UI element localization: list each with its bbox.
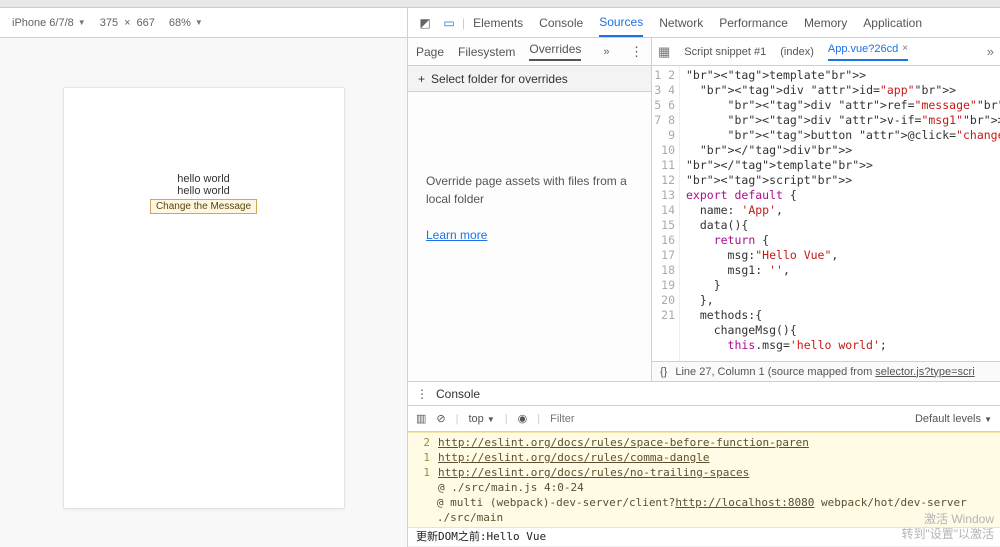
select-folder-button[interactable]: + Select folder for overrides [408, 66, 651, 92]
change-message-button[interactable]: Change the Message [150, 199, 257, 214]
device-selector[interactable]: iPhone 6/7/8 ▼ [12, 17, 86, 29]
more-subtabs-icon[interactable]: » [603, 46, 609, 58]
file-tab-index[interactable]: (index) [780, 46, 814, 58]
devtools-toolbar: ◩ ▭ | Elements Console Sources Network P… [408, 8, 1000, 38]
device-height[interactable]: 667 [137, 17, 155, 29]
file-tab-app-vue[interactable]: App.vue?26cd × [828, 43, 908, 61]
subtab-page[interactable]: Page [416, 45, 444, 59]
device-width[interactable]: 375 [100, 17, 118, 29]
eslint-rule-link[interactable]: http://eslint.org/docs/rules/space-befor… [438, 435, 809, 450]
localhost-link[interactable]: http://localhost:8080 [675, 496, 814, 509]
eslint-rule-link[interactable]: http://eslint.org/docs/rules/no-trailing… [438, 465, 749, 480]
tab-sources[interactable]: Sources [599, 9, 643, 37]
source-map-link[interactable]: selector.js?type=scri [875, 366, 974, 378]
console-header: ⋮ Console [408, 382, 1000, 406]
console-warning-group: 2http://eslint.org/docs/rules/space-befo… [408, 432, 1000, 528]
device-name: iPhone 6/7/8 [12, 17, 74, 29]
sources-navigator: Page Filesystem Overrides » ⋮ + Select f… [408, 38, 652, 381]
tab-performance[interactable]: Performance [719, 10, 788, 36]
preview-text-1: hello world [177, 173, 230, 185]
tab-console[interactable]: Console [539, 10, 583, 36]
tab-memory[interactable]: Memory [804, 10, 847, 36]
log-levels-selector[interactable]: Default levels ▼ [915, 413, 992, 425]
times-icon: × [124, 17, 130, 29]
console-log-line: 更新DOM之前:Hello Vue [408, 528, 1000, 547]
devtools-pane: ◩ ▭ | Elements Console Sources Network P… [408, 8, 1000, 547]
browser-tab-strip [0, 0, 1000, 8]
kebab-icon[interactable]: ⋮ [416, 387, 428, 401]
plus-icon: + [418, 72, 425, 86]
device-toolbar: iPhone 6/7/8 ▼ 375 × 667 68% ▼ [0, 8, 407, 38]
device-preview-pane: iPhone 6/7/8 ▼ 375 × 667 68% ▼ hello wor… [0, 8, 408, 547]
learn-more-link[interactable]: Learn more [426, 226, 633, 244]
inspect-icon[interactable]: ◩ [414, 12, 436, 34]
phone-frame: hello world hello world Change the Messa… [64, 88, 344, 508]
tab-network[interactable]: Network [659, 10, 703, 36]
more-tabs-icon[interactable]: » [987, 44, 994, 59]
chevron-down-icon: ▼ [78, 18, 86, 27]
console-output[interactable]: 2http://eslint.org/docs/rules/space-befo… [408, 432, 1000, 547]
subtab-overrides[interactable]: Overrides [529, 42, 581, 61]
devtools-tabs: Elements Console Sources Network Perform… [473, 9, 922, 37]
override-description: Override page assets with files from a l… [408, 92, 651, 244]
console-title: Console [436, 387, 480, 401]
file-tab-snippet[interactable]: Script snippet #1 [684, 46, 766, 58]
sources-editor: ▦ Script snippet #1 (index) App.vue?26cd… [652, 38, 1000, 381]
subtab-filesystem[interactable]: Filesystem [458, 45, 515, 59]
console-toolbar: ▥ ⊘ | top ▼ | ◉ | Default levels ▼ [408, 406, 1000, 432]
preview-text-2: hello world [177, 185, 230, 197]
console-filter-input[interactable] [550, 413, 670, 425]
kebab-icon[interactable]: ⋮ [630, 44, 643, 60]
close-icon[interactable]: × [902, 43, 908, 54]
device-toggle-icon[interactable]: ▭ [438, 12, 460, 34]
sidebar-toggle-icon[interactable]: ▥ [416, 412, 426, 425]
zoom-value: 68% [169, 17, 191, 29]
files-dropdown-icon[interactable]: ▦ [658, 44, 670, 60]
editor-status-bar: {} Line 27, Column 1 (source mapped from… [652, 361, 1000, 381]
zoom-selector[interactable]: 68% ▼ [169, 17, 203, 29]
tab-elements[interactable]: Elements [473, 10, 523, 36]
device-surface: hello world hello world Change the Messa… [0, 38, 407, 547]
chevron-down-icon: ▼ [195, 18, 203, 27]
eye-icon[interactable]: ◉ [518, 412, 528, 425]
file-tab-row: ▦ Script snippet #1 (index) App.vue?26cd… [652, 38, 1000, 66]
cursor-position: Line 27, Column 1 (source mapped from se… [675, 366, 974, 378]
braces-icon[interactable]: {} [660, 366, 667, 378]
clear-console-icon[interactable]: ⊘ [436, 412, 445, 425]
console-drawer: ⋮ Console ▥ ⊘ | top ▼ | ◉ | Default leve… [408, 381, 1000, 547]
eslint-rule-link[interactable]: http://eslint.org/docs/rules/comma-dangl… [438, 450, 710, 465]
sources-subtabs: Page Filesystem Overrides » ⋮ [408, 38, 651, 66]
context-selector[interactable]: top ▼ [468, 413, 494, 425]
code-content[interactable]: "br"><"tag">template"br">> "br"><"tag">d… [680, 66, 1000, 361]
code-editor[interactable]: 1 2 3 4 5 6 7 8 9 10 11 12 13 14 15 16 1… [652, 66, 1000, 361]
tab-application[interactable]: Application [863, 10, 922, 36]
select-folder-label: Select folder for overrides [431, 72, 568, 86]
line-gutter: 1 2 3 4 5 6 7 8 9 10 11 12 13 14 15 16 1… [652, 66, 680, 361]
